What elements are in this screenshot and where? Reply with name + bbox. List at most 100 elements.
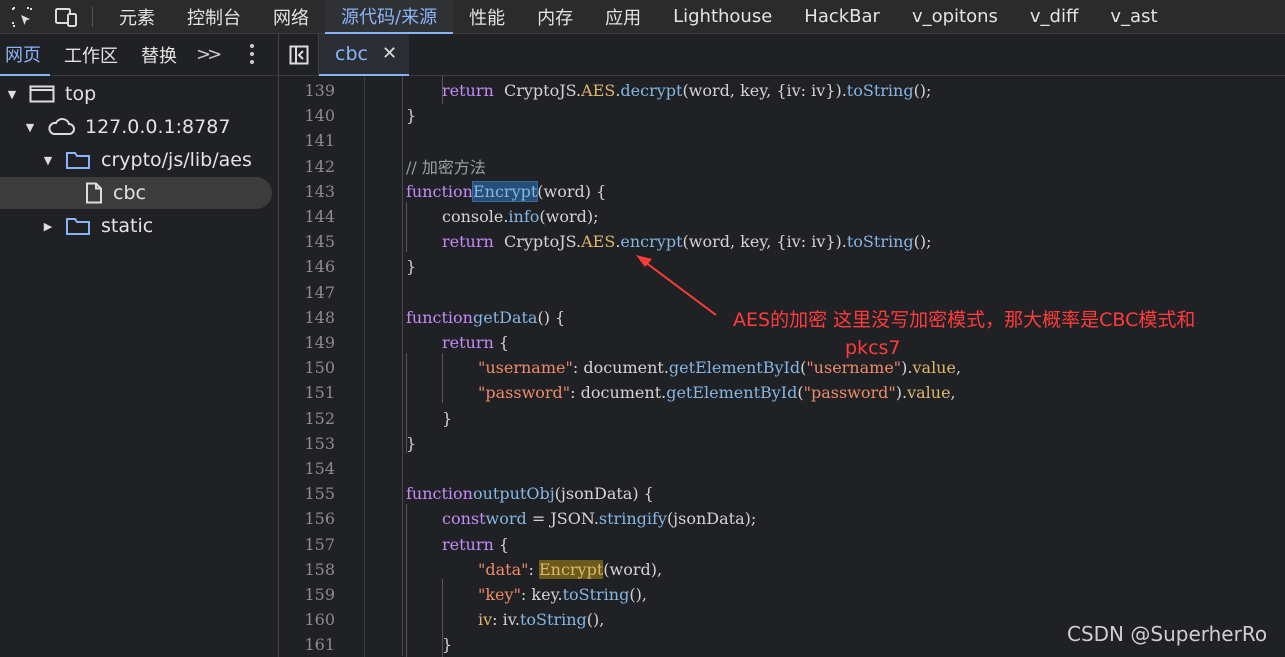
- code-text: function Encrypt (word) {: [406, 180, 607, 202]
- menu-kebab-icon[interactable]: [250, 44, 254, 64]
- tree-item-file-cbc[interactable]: cbc: [0, 177, 272, 209]
- tree-item-label: crypto/js/lib/aes: [101, 149, 252, 171]
- code-text: }: [442, 635, 453, 655]
- devtools-tab[interactable]: v_opitons: [896, 0, 1014, 34]
- tree-item-label: cbc: [113, 182, 146, 204]
- code-text: "key": key. toString (),: [478, 585, 647, 604]
- code-line[interactable]: 146}: [279, 254, 1285, 279]
- line-number[interactable]: 159: [279, 585, 335, 604]
- code-line[interactable]: 140}: [279, 103, 1285, 128]
- code-text: }: [406, 433, 417, 453]
- code-line[interactable]: 158 "data": Encrypt (word),: [279, 557, 1285, 582]
- devtools-tab[interactable]: v_ast: [1094, 0, 1173, 34]
- devtools-tab[interactable]: 源代码/来源: [325, 0, 454, 34]
- expand-arrow-icon[interactable]: ▼: [23, 121, 37, 134]
- code-line[interactable]: 145 return CryptoJS. AES. encrypt (word, key…: [279, 229, 1285, 254]
- code-text: return CryptoJS. AES. encrypt (word, key, {…: [442, 232, 932, 252]
- frame-icon: [29, 85, 55, 103]
- line-number[interactable]: 143: [279, 182, 335, 201]
- editor-tabs: cbc ✕: [279, 33, 1285, 76]
- tree-item-top[interactable]: ▼ top: [0, 78, 272, 110]
- code-text: iv: iv. toString (),: [478, 610, 605, 630]
- line-number[interactable]: 146: [279, 257, 335, 276]
- line-number[interactable]: 156: [279, 509, 335, 528]
- devtools-tab[interactable]: 性能: [453, 0, 521, 34]
- code-line[interactable]: 154: [279, 456, 1285, 481]
- line-number[interactable]: 152: [279, 409, 335, 428]
- code-line[interactable]: 153}: [279, 431, 1285, 456]
- line-number[interactable]: 147: [279, 283, 335, 302]
- line-number[interactable]: 150: [279, 358, 335, 377]
- file-icon: [85, 182, 103, 204]
- toggle-navigator-icon[interactable]: [279, 33, 319, 76]
- code-text: }: [406, 257, 417, 277]
- tab-page[interactable]: 网页: [0, 34, 50, 76]
- code-line[interactable]: 141: [279, 128, 1285, 153]
- code-line[interactable]: 155 function outputObj (jsonData) {: [279, 481, 1285, 506]
- code-line[interactable]: 152}: [279, 406, 1285, 431]
- devtools-tab[interactable]: 应用: [589, 0, 657, 34]
- line-number[interactable]: 141: [279, 131, 335, 150]
- line-number[interactable]: 145: [279, 232, 335, 251]
- tree-item-label: top: [65, 83, 97, 105]
- line-number[interactable]: 144: [279, 207, 335, 226]
- line-number[interactable]: 154: [279, 459, 335, 478]
- code-line[interactable]: 139 return CryptoJS. AES. decrypt (word, key…: [279, 78, 1285, 103]
- annotation-line-1: AES的加密 这里没写加密模式，那大概率是CBC模式和: [733, 309, 1196, 331]
- devtools-tab[interactable]: Lighthouse: [657, 0, 788, 34]
- line-number[interactable]: 142: [279, 157, 335, 176]
- panel-tabs: 元素 控制台 网络 源代码/来源 性能 内存 应用 Lighthouse HackBar v_op…: [103, 0, 1174, 34]
- inspect-element-icon[interactable]: [0, 0, 44, 34]
- code-text: "data": Encrypt (word),: [478, 559, 663, 579]
- code-text: }: [442, 408, 453, 428]
- folder-icon: [65, 216, 91, 236]
- line-number[interactable]: 148: [279, 308, 335, 327]
- devtools-tab[interactable]: 控制台: [171, 0, 257, 34]
- tab-overrides[interactable]: 替换: [127, 34, 186, 76]
- code-text: }: [406, 106, 417, 126]
- devtools-tab[interactable]: 元素: [103, 0, 171, 34]
- line-number[interactable]: 160: [279, 610, 335, 629]
- red-annotation: AES的加密 这里没写加密模式，那大概率是CBC模式和 pkcs7: [733, 306, 1273, 362]
- device-toolbar-icon[interactable]: [44, 0, 88, 34]
- code-line[interactable]: 159 "key": key. toString (),: [279, 582, 1285, 607]
- tree-item-folder-aes[interactable]: ▼ crypto/js/lib/aes: [0, 144, 272, 176]
- line-number[interactable]: 153: [279, 434, 335, 453]
- close-icon[interactable]: ✕: [382, 43, 397, 64]
- cloud-icon: [47, 118, 75, 136]
- line-number[interactable]: 158: [279, 560, 335, 579]
- tab-workspace[interactable]: 工作区: [50, 34, 127, 76]
- code-line[interactable]: 147: [279, 280, 1285, 305]
- code-line[interactable]: 156 const word = JSON. stringify (jsonData)…: [279, 506, 1285, 531]
- tree-item-folder-static[interactable]: ▶ static: [0, 210, 272, 242]
- tree-item-host[interactable]: ▼ 127.0.0.1:8787: [0, 111, 272, 143]
- expand-arrow-icon[interactable]: ▼: [41, 154, 55, 167]
- code-area[interactable]: 139 return CryptoJS. AES. decrypt (word, key…: [279, 76, 1285, 657]
- tree-item-label: 127.0.0.1:8787: [85, 116, 231, 138]
- collapse-arrow-icon[interactable]: ▶: [41, 220, 55, 233]
- file-tab-label: cbc: [335, 42, 368, 65]
- code-line[interactable]: 142 // 加密方法: [279, 154, 1285, 179]
- more-tabs-icon[interactable]: >>: [196, 44, 222, 65]
- line-number[interactable]: 157: [279, 535, 335, 554]
- navigator-tabs: 网页 工作区 替换 >>: [0, 34, 278, 76]
- devtools-tab[interactable]: 内存: [521, 0, 589, 34]
- file-tab-cbc[interactable]: cbc ✕: [319, 33, 410, 76]
- devtools-tab[interactable]: 网络: [257, 0, 325, 34]
- devtools-tab[interactable]: HackBar: [788, 0, 896, 34]
- code-line[interactable]: 157 return {: [279, 532, 1285, 557]
- line-number[interactable]: 161: [279, 635, 335, 654]
- code-line[interactable]: 151 "password": document. getElementById("…: [279, 380, 1285, 405]
- code-text: // 加密方法: [406, 158, 486, 178]
- code-text: function getData() {: [406, 307, 566, 327]
- expand-arrow-icon[interactable]: ▼: [5, 88, 19, 101]
- devtools-tab[interactable]: v_diff: [1014, 0, 1094, 34]
- line-number[interactable]: 149: [279, 333, 335, 352]
- line-number[interactable]: 151: [279, 383, 335, 402]
- code-line[interactable]: 144 console. info (word);: [279, 204, 1285, 229]
- code-text: return CryptoJS. AES. decrypt (word, key, {…: [442, 81, 932, 100]
- line-number[interactable]: 140: [279, 106, 335, 125]
- line-number[interactable]: 139: [279, 81, 335, 100]
- code-line[interactable]: 143 function Encrypt (word) {: [279, 179, 1285, 204]
- line-number[interactable]: 155: [279, 484, 335, 503]
